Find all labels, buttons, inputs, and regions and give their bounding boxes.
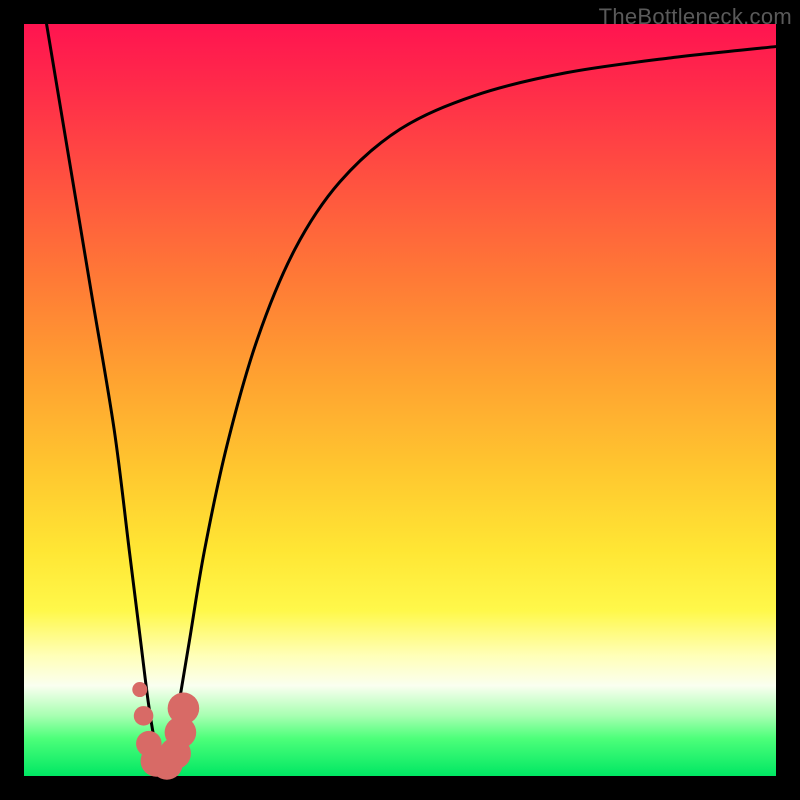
chart-svg xyxy=(24,24,776,776)
marker-dot xyxy=(132,682,147,697)
minimum-marker xyxy=(132,682,199,780)
marker-dot xyxy=(134,706,154,726)
bottleneck-curve xyxy=(47,24,776,763)
marker-dot xyxy=(168,693,200,725)
